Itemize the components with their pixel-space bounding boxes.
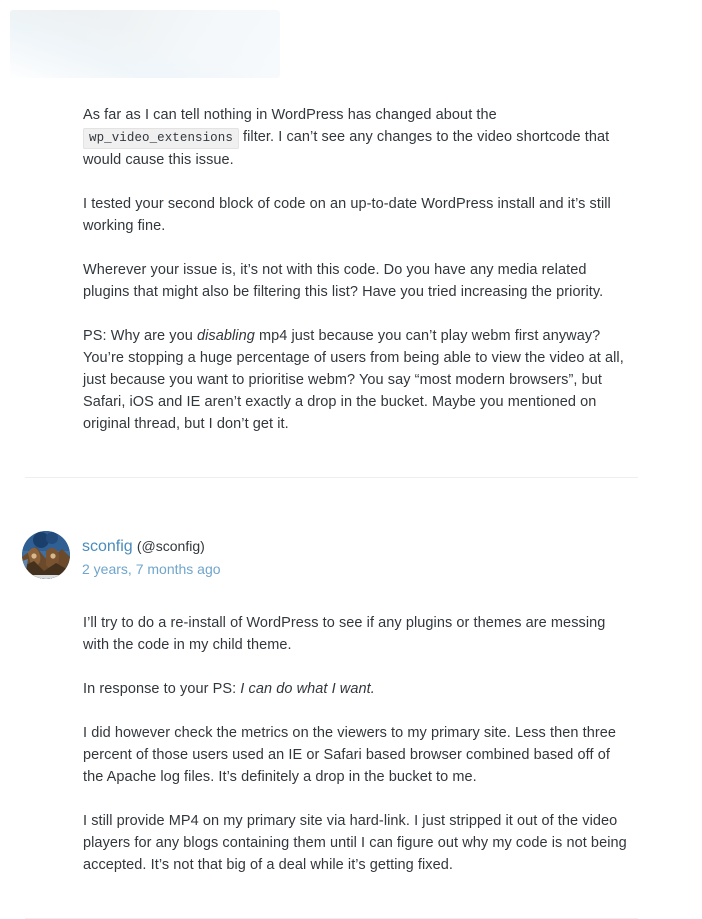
reply-1-body: As far as I can tell nothing in WordPres… <box>83 104 631 435</box>
paragraph: As far as I can tell nothing in WordPres… <box>83 104 631 171</box>
paragraph: I did however check the metrics on the v… <box>83 722 631 788</box>
paragraph: PS: Why are you disabling mp4 just becau… <box>83 325 631 435</box>
forum-reply-2: sconfig (@sconfig) 2 years, 7 months ago… <box>0 478 702 876</box>
author-line: sconfig (@sconfig) <box>82 535 221 558</box>
author-name-link[interactable]: sconfig <box>82 538 133 555</box>
reply-2-author-header: sconfig (@sconfig) 2 years, 7 months ago <box>0 531 702 581</box>
text-run: In response to your PS: <box>83 681 241 697</box>
paragraph: I tested your second block of code on an… <box>83 193 631 237</box>
author-handle: (@sconfig) <box>136 538 205 554</box>
emphasis-text: I can do what I want. <box>240 681 375 697</box>
author-meta: sconfig (@sconfig) 2 years, 7 months ago <box>82 531 221 581</box>
text-run: PS: Why are you <box>83 328 197 344</box>
paragraph: I still provide MP4 on my primary site v… <box>83 810 631 876</box>
paragraph: In response to your PS: I can do what I … <box>83 678 631 700</box>
forum-reply-1: As far as I can tell nothing in WordPres… <box>0 104 702 435</box>
text-run: I did however check the metrics on the v… <box>83 725 616 785</box>
scrolled-off-content-placeholder <box>10 10 280 78</box>
text-run: As far as I can tell nothing in WordPres… <box>83 107 497 123</box>
forum-reply-thread: As far as I can tell nothing in WordPres… <box>0 104 702 919</box>
paragraph: Wherever your issue is, it’s not with th… <box>83 259 631 303</box>
reply-timestamp-link[interactable]: 2 years, 7 months ago <box>82 558 221 581</box>
avatar[interactable] <box>22 531 70 579</box>
text-run: I tested your second block of code on an… <box>83 196 611 234</box>
inline-code: wp_video_extensions <box>83 128 239 149</box>
text-run: Wherever your issue is, it’s not with th… <box>83 262 604 300</box>
text-run: I still provide MP4 on my primary site v… <box>83 813 627 873</box>
text-run: I’ll try to do a re-install of WordPress… <box>83 615 606 653</box>
emphasis-text: disabling <box>196 328 255 344</box>
reply-2-body: I’ll try to do a re-install of WordPress… <box>83 612 631 876</box>
paragraph: I’ll try to do a re-install of WordPress… <box>83 612 631 656</box>
